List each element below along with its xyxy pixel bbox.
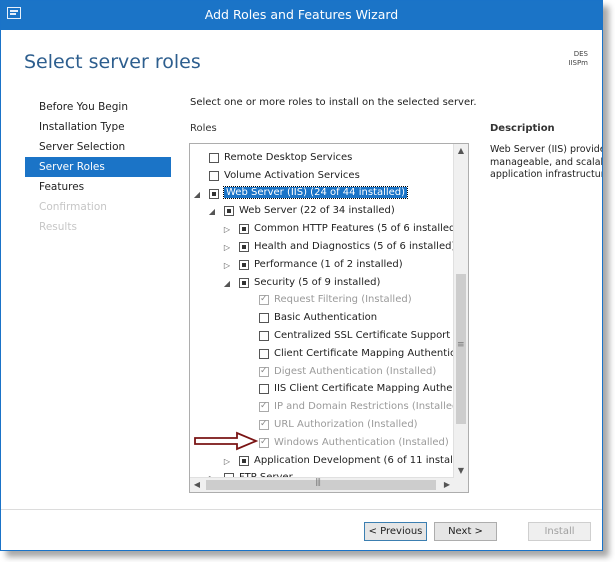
expanded-triangle-icon[interactable]: ◢ bbox=[223, 279, 231, 288]
role-label: Web Server (IIS) (24 of 44 installed) bbox=[222, 185, 409, 199]
role-label: Windows Authentication (Installed) bbox=[274, 436, 449, 448]
role-label: Health and Diagnostics (5 of 6 installed… bbox=[254, 240, 455, 252]
role-tree-row[interactable]: ◢ Web Server (22 of 34 installed) bbox=[190, 203, 455, 221]
role-tree-row[interactable]: Volume Activation Services bbox=[190, 168, 455, 186]
role-checkbox bbox=[259, 294, 269, 306]
scroll-right-icon[interactable]: ▶ bbox=[440, 478, 454, 492]
role-checkbox[interactable] bbox=[259, 330, 269, 341]
role-tree-row[interactable]: ▷ Performance (1 of 2 installed) bbox=[190, 257, 455, 275]
nav-item[interactable]: Server Selection bbox=[25, 137, 171, 157]
nav-item[interactable]: Installation Type bbox=[25, 117, 171, 137]
role-tree-row[interactable]: ▷ Application Development (6 of 11 instal… bbox=[190, 453, 455, 471]
role-label: IIS Client Certificate Mapping Authentic bbox=[274, 383, 455, 395]
scroll-left-icon[interactable]: ◀ bbox=[190, 478, 204, 492]
description-text: Web Server (IIS) provides manageable, an… bbox=[490, 144, 602, 182]
role-checkbox bbox=[259, 401, 269, 413]
role-checkbox[interactable] bbox=[209, 153, 219, 163]
role-label: URL Authorization (Installed) bbox=[274, 418, 418, 430]
title-bar: Add Roles and Features Wizard bbox=[1, 1, 602, 30]
role-tree-row[interactable]: Basic Authentication bbox=[190, 310, 455, 328]
role-tree-row[interactable]: ▷ Health and Diagnostics (5 of 6 installe… bbox=[190, 239, 455, 257]
destination-server-line: DES bbox=[573, 50, 588, 58]
role-tree-row[interactable]: IIS Client Certificate Mapping Authentic bbox=[190, 381, 455, 399]
annotation-arrow-icon bbox=[194, 431, 259, 451]
role-checkbox[interactable] bbox=[239, 241, 249, 252]
role-label: Request Filtering (Installed) bbox=[274, 294, 412, 306]
wizard-nav: Before You Begin Installation Type Server … bbox=[25, 97, 171, 237]
role-checkbox[interactable] bbox=[209, 170, 219, 181]
role-tree-row[interactable]: Digest Authentication (Installed) bbox=[190, 364, 455, 382]
role-label: Application Development (6 of 11 install… bbox=[254, 454, 455, 466]
expanded-triangle-icon[interactable]: ◢ bbox=[193, 190, 201, 199]
role-label: Volume Activation Services bbox=[224, 169, 360, 181]
role-checkbox[interactable] bbox=[259, 313, 269, 324]
expanded-triangle-icon[interactable]: ◢ bbox=[208, 207, 216, 216]
instruction-text: Select one or more roles to install on t… bbox=[190, 97, 477, 108]
role-checkbox[interactable] bbox=[239, 277, 249, 288]
collapsed-triangle-icon[interactable]: ▷ bbox=[223, 243, 231, 252]
role-checkbox bbox=[259, 366, 269, 377]
role-tree-row[interactable]: Client Certificate Mapping Authenticatio bbox=[190, 346, 455, 364]
role-tree-row[interactable]: ▷ Common HTTP Features (5 of 6 installed) bbox=[190, 221, 455, 239]
previous-button[interactable]: < Previous bbox=[364, 522, 427, 541]
role-checkbox[interactable] bbox=[239, 224, 249, 235]
description-line: Web Server (IIS) provides bbox=[490, 144, 602, 155]
nav-item: Confirmation bbox=[39, 201, 107, 213]
role-checkbox bbox=[259, 437, 269, 448]
scroll-up-icon[interactable]: ▲ bbox=[454, 144, 468, 158]
role-checkbox[interactable] bbox=[209, 188, 219, 199]
role-label: Basic Authentication bbox=[274, 312, 378, 324]
roles-tree-rows: Remote Desktop Services Volume Activation… bbox=[190, 150, 455, 478]
horizontal-scroll-thumb[interactable] bbox=[206, 477, 436, 490]
role-label: Digest Authentication (Installed) bbox=[274, 365, 437, 377]
collapsed-triangle-icon[interactable]: ▷ bbox=[223, 225, 231, 234]
role-label: Client Certificate Mapping Authenticatio bbox=[274, 347, 455, 359]
nav-item[interactable]: Before You Begin bbox=[25, 97, 171, 117]
footer-divider bbox=[1, 509, 602, 510]
window-title: Add Roles and Features Wizard bbox=[204, 7, 399, 22]
nav-item[interactable]: Features bbox=[25, 177, 171, 197]
role-label: Centralized SSL Certificate Support bbox=[274, 329, 451, 341]
role-label: Security (5 of 9 installed) bbox=[254, 276, 381, 288]
next-button[interactable]: Next > bbox=[434, 522, 497, 541]
role-tree-row[interactable]: Remote Desktop Services bbox=[190, 150, 455, 168]
role-tree-row[interactable]: ◢ Security (5 of 9 installed) bbox=[190, 275, 455, 293]
destination-server-line: IISPm bbox=[568, 59, 588, 67]
roles-heading: Roles bbox=[190, 123, 217, 134]
destination-server: DES IISPm bbox=[556, 50, 588, 68]
vertical-scrollbar[interactable]: ▲ ▼ bbox=[453, 144, 468, 478]
role-label: Common HTTP Features (5 of 6 installed) bbox=[254, 223, 455, 235]
wizard-window: Add Roles and Features Wizard Select ser… bbox=[0, 0, 603, 551]
role-checkbox[interactable] bbox=[259, 348, 269, 359]
role-checkbox[interactable] bbox=[239, 259, 249, 270]
collapsed-triangle-icon[interactable]: ▷ bbox=[223, 261, 231, 270]
role-checkbox bbox=[259, 419, 269, 430]
role-checkbox[interactable] bbox=[224, 206, 234, 217]
role-tree-row[interactable]: Request Filtering (Installed) bbox=[190, 292, 455, 310]
horizontal-scrollbar[interactable]: ◀ ▶ bbox=[190, 477, 454, 492]
description-line: application infrastructure bbox=[490, 169, 602, 180]
install-button[interactable]: Install bbox=[528, 522, 591, 541]
description-line: manageable, and scalable bbox=[490, 156, 602, 168]
nav-item[interactable]: Server Roles bbox=[25, 157, 171, 177]
role-label: Performance (1 of 2 installed) bbox=[254, 258, 403, 270]
role-tree-row[interactable]: IP and Domain Restrictions (Installed) bbox=[190, 399, 455, 417]
scroll-down-icon[interactable]: ▼ bbox=[454, 464, 468, 478]
nav-item: Results bbox=[39, 221, 77, 233]
role-checkbox[interactable] bbox=[259, 384, 269, 395]
vertical-scroll-thumb[interactable] bbox=[456, 274, 466, 424]
role-label: IP and Domain Restrictions (Installed) bbox=[274, 401, 455, 413]
role-tree-row[interactable]: Centralized SSL Certificate Support bbox=[190, 328, 455, 346]
role-checkbox[interactable] bbox=[239, 455, 249, 466]
collapsed-triangle-icon[interactable]: ▷ bbox=[223, 457, 231, 466]
role-label: Remote Desktop Services bbox=[224, 152, 353, 163]
role-tree-row[interactable]: ◢ Web Server (IIS) (24 of 44 installed) bbox=[190, 185, 455, 204]
page-title: Select server roles bbox=[24, 51, 201, 73]
description-heading: Description bbox=[490, 123, 555, 134]
scrollbar-corner bbox=[454, 478, 468, 492]
role-label: Web Server (22 of 34 installed) bbox=[239, 205, 395, 217]
